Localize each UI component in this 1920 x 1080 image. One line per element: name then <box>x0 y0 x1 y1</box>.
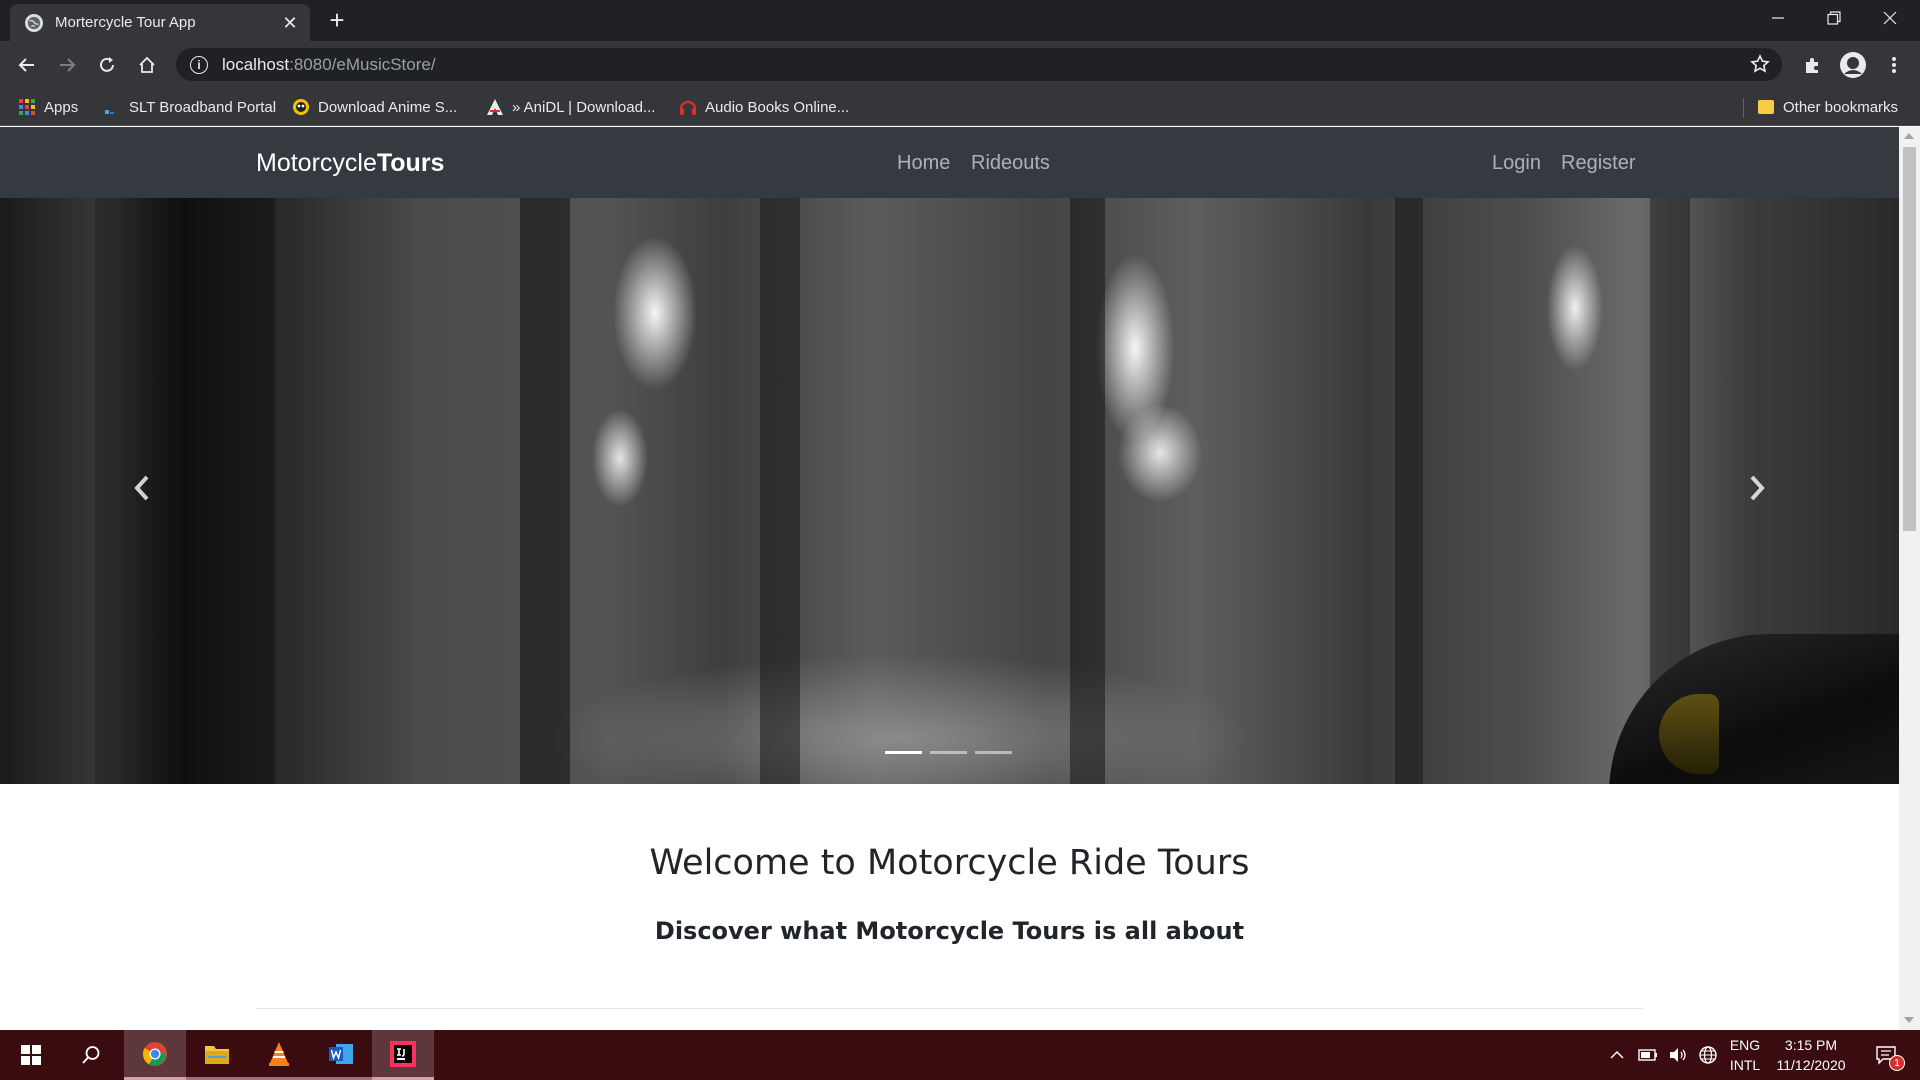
audiobooks-icon <box>679 98 697 116</box>
address-bar[interactable]: i localhost:8080/eMusicStore/ <box>176 48 1782 81</box>
forward-icon[interactable] <box>53 51 81 79</box>
globe-icon <box>25 13 43 32</box>
bookmark-anidl[interactable]: » AniDL | Download... <box>486 94 655 120</box>
file-explorer-icon[interactable] <box>186 1030 248 1080</box>
carousel-image-pillar <box>520 198 570 784</box>
hero-carousel <box>0 198 1899 784</box>
browser-tab[interactable]: Mortercycle Tour App ✕ <box>10 4 310 41</box>
page-scrollbar[interactable] <box>1899 127 1920 1030</box>
other-bookmarks[interactable]: Other bookmarks <box>1757 94 1898 120</box>
chevron-up-icon[interactable] <box>1610 1050 1624 1060</box>
chrome-icon[interactable] <box>124 1030 186 1080</box>
home-icon[interactable] <box>133 51 161 79</box>
bookmark-star-icon[interactable] <box>1750 54 1770 74</box>
bookmark-apps[interactable]: Apps <box>18 94 78 120</box>
carousel-image-pillar <box>1395 198 1423 784</box>
bookmark-audiobooks[interactable]: Audio Books Online... <box>679 94 849 120</box>
bookmark-anime[interactable]: Download Anime S... <box>292 94 457 120</box>
web-page: MotorcycleTours Home Rideouts Login Regi… <box>0 127 1899 1030</box>
scroll-up-icon[interactable] <box>1904 133 1914 139</box>
windows-taskbar: ENG INTL 3:15 PM 11/12/2020 1 <box>0 1030 1920 1080</box>
new-tab-button[interactable]: + <box>324 7 350 34</box>
scrollbar-thumb[interactable] <box>1903 147 1916 531</box>
system-tray <box>1610 1030 1718 1080</box>
nav-register[interactable]: Register <box>1561 152 1635 175</box>
welcome-heading: Welcome to Motorcycle Ride Tours <box>649 843 1250 883</box>
folder-icon <box>1757 98 1775 116</box>
slt-icon <box>103 98 121 116</box>
anime-icon <box>292 98 310 116</box>
nav-home[interactable]: Home <box>897 152 950 175</box>
carousel-prev-icon[interactable] <box>122 468 162 508</box>
nav-rideouts[interactable]: Rideouts <box>971 152 1050 175</box>
carousel-image-pillar <box>1070 198 1105 784</box>
bookmarks-divider <box>1743 98 1744 118</box>
apps-grid-icon <box>18 98 36 116</box>
carousel-indicator-1[interactable] <box>885 751 922 754</box>
restore-icon[interactable] <box>1806 0 1862 36</box>
volume-icon[interactable] <box>1668 1047 1688 1063</box>
notification-badge: 1 <box>1889 1055 1905 1071</box>
anidl-icon <box>486 98 504 116</box>
minimize-icon[interactable] <box>1750 0 1806 36</box>
reload-icon[interactable] <box>93 51 121 79</box>
browser-toolbar: i localhost:8080/eMusicStore/ <box>0 41 1920 88</box>
input-language[interactable]: ENG INTL <box>1722 1035 1768 1075</box>
vlc-icon[interactable] <box>248 1030 310 1080</box>
extensions-icon[interactable] <box>1798 51 1826 79</box>
action-center-icon[interactable]: 1 <box>1866 1030 1906 1080</box>
carousel-image-pillar <box>760 198 800 784</box>
url-text: localhost:8080/eMusicStore/ <box>222 54 436 74</box>
windows-start-icon[interactable] <box>0 1030 62 1080</box>
chrome-menu-icon[interactable] <box>1880 51 1908 79</box>
close-window-icon[interactable] <box>1862 0 1918 36</box>
taskbar-clock[interactable]: 3:15 PM 11/12/2020 <box>1768 1035 1854 1075</box>
profile-avatar-icon[interactable] <box>1839 51 1867 79</box>
search-icon[interactable] <box>60 1030 122 1080</box>
scroll-down-icon[interactable] <box>1904 1017 1914 1023</box>
back-icon[interactable] <box>13 51 41 79</box>
discover-subheading: Discover what Motorcycle Tours is all ab… <box>654 917 1245 945</box>
carousel-indicator-2[interactable] <box>930 751 967 754</box>
info-icon[interactable]: i <box>190 55 208 74</box>
intellij-icon[interactable] <box>372 1030 434 1080</box>
bookmarks-bar: Apps SLT Broadband Portal Download Anime… <box>0 88 1920 126</box>
browser-tabstrip: Mortercycle Tour App ✕ + <box>0 0 1920 41</box>
site-brand[interactable]: MotorcycleTours <box>256 149 444 178</box>
section-divider <box>256 1008 1643 1009</box>
network-globe-icon[interactable] <box>1698 1045 1718 1065</box>
tab-title: Mortercycle Tour App <box>55 14 196 31</box>
word-icon[interactable] <box>310 1030 372 1080</box>
carousel-next-icon[interactable] <box>1737 468 1777 508</box>
bookmark-slt[interactable]: SLT Broadband Portal <box>103 94 276 120</box>
carousel-indicators <box>885 751 1012 754</box>
site-navbar: MotorcycleTours Home Rideouts Login Regi… <box>0 127 1899 198</box>
battery-icon[interactable] <box>1638 1049 1658 1061</box>
nav-login[interactable]: Login <box>1492 152 1541 175</box>
carousel-indicator-3[interactable] <box>975 751 1012 754</box>
close-tab-icon[interactable]: ✕ <box>280 13 300 33</box>
